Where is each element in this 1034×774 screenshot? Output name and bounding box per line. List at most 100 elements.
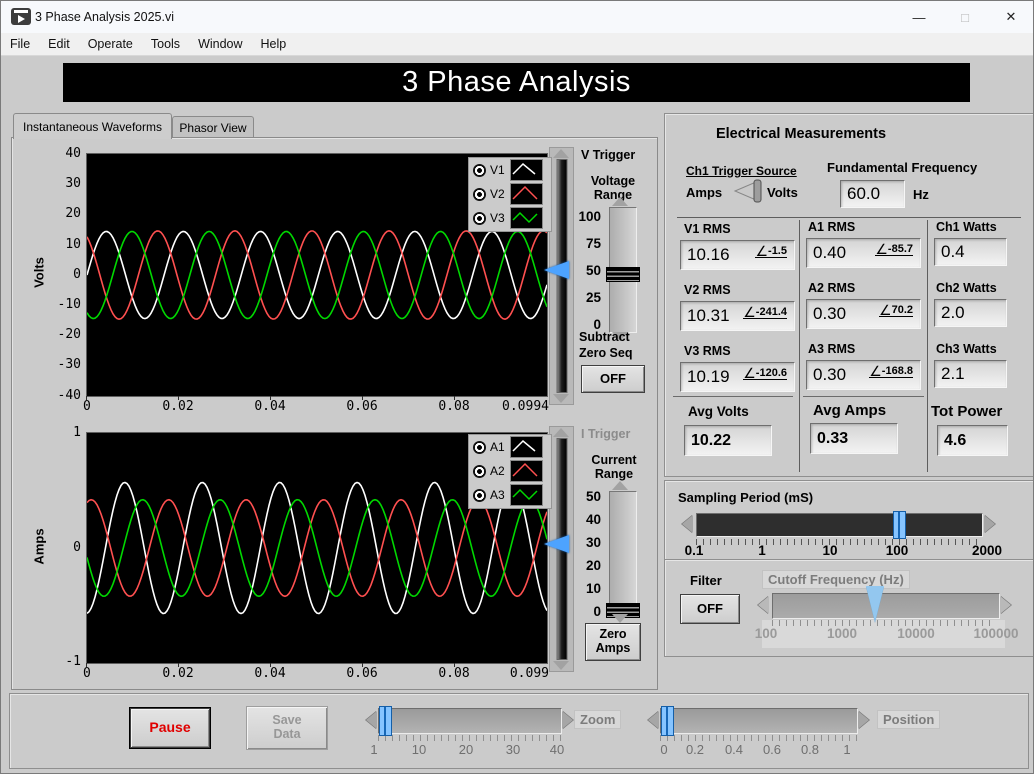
v1-visibility-radio[interactable] <box>473 163 486 177</box>
a1-line-swatch[interactable] <box>510 436 543 458</box>
trigger-source-switch-icon[interactable] <box>733 178 765 204</box>
avg-volts-value: 10.22 <box>691 431 732 449</box>
a3-line-swatch[interactable] <box>510 484 543 506</box>
v3-rms-display: 10.19 ∠ -120.6 <box>680 362 795 392</box>
legend-item-a2[interactable]: A2 <box>469 459 551 483</box>
a3-visibility-radio[interactable] <box>473 488 486 502</box>
maximize-icon[interactable]: □ <box>942 1 988 33</box>
waveform-V1 <box>86 230 548 320</box>
tab-instantaneous-waveforms[interactable]: Instantaneous Waveforms <box>13 113 172 139</box>
menu-help[interactable]: Help <box>252 35 296 53</box>
sampling-period-slider[interactable] <box>696 513 983 537</box>
cutoff-tick: 100 <box>754 626 778 641</box>
cutoff-decrement-icon[interactable] <box>758 596 769 614</box>
menu-window[interactable]: Window <box>189 35 251 53</box>
menu-file[interactable]: File <box>1 35 39 53</box>
sampling-increment-icon[interactable] <box>984 515 995 533</box>
position-slider-label: Position <box>877 710 941 729</box>
a1-visibility-radio[interactable] <box>473 440 486 454</box>
position-tick: 0.8 <box>800 742 820 757</box>
zoom-decrement-icon[interactable] <box>366 711 377 729</box>
current-range-label: Current Range <box>591 453 637 481</box>
sampling-decrement-icon[interactable] <box>682 515 693 533</box>
cutoff-frequency-slider[interactable] <box>772 593 1000 619</box>
close-icon[interactable]: ✕ <box>988 1 1033 33</box>
position-slider[interactable] <box>660 708 858 734</box>
trigger-source-volts-option[interactable]: Volts <box>767 185 798 200</box>
legend-item-v2[interactable]: V2 <box>469 182 551 206</box>
zoom-increment-icon[interactable] <box>562 711 573 729</box>
ch3-watts-label: Ch3 Watts <box>936 342 997 356</box>
amps-axis-label: Amps <box>31 528 47 565</box>
v3-visibility-radio[interactable] <box>473 211 486 225</box>
subtract-zero-seq-button[interactable]: OFF <box>581 365 645 393</box>
y-tick: -20 <box>57 327 81 342</box>
x-tick: 0.06 <box>346 399 378 414</box>
a3-rms-display: 0.30 ∠ -168.8 <box>806 360 921 390</box>
a3-angle: ∠ -168.8 <box>869 363 913 379</box>
save-data-button[interactable]: Save Data <box>246 706 328 750</box>
a1-angle: ∠ -85.7 <box>875 242 913 256</box>
v2-visibility-radio[interactable] <box>473 187 486 201</box>
cutoff-increment-icon[interactable] <box>1000 596 1011 614</box>
v1-line-swatch[interactable] <box>510 159 543 181</box>
position-increment-icon[interactable] <box>858 711 869 729</box>
v2-line-swatch[interactable] <box>510 183 543 205</box>
sampling-tick: 10 <box>822 543 838 558</box>
i-trigger-down-arrow-icon[interactable] <box>553 661 569 670</box>
i-range-tick: 50 <box>585 489 601 504</box>
zoom-slider[interactable] <box>378 708 562 734</box>
a3-angle-value: -168.8 <box>881 365 913 377</box>
menu-operate[interactable]: Operate <box>79 35 142 53</box>
position-handle[interactable] <box>661 706 674 736</box>
zero-amps-button[interactable]: Zero Amps <box>585 623 641 661</box>
position-decrement-icon[interactable] <box>648 711 659 729</box>
v-trigger-up-arrow-icon[interactable] <box>553 149 569 158</box>
legend-item-v1[interactable]: V1 <box>469 158 551 182</box>
a1-angle-value: -85.7 <box>887 243 913 255</box>
sampling-tick: 1 <box>758 543 766 558</box>
window-title: 3 Phase Analysis 2025.vi <box>35 10 174 24</box>
voltage-range-handle[interactable] <box>606 267 640 282</box>
menu-tools[interactable]: Tools <box>142 35 189 53</box>
fundamental-frequency-input[interactable]: 60.0 <box>840 180 905 208</box>
tab-phasor-view[interactable]: Phasor View <box>172 116 254 139</box>
current-range-decrement-icon[interactable] <box>612 614 628 623</box>
v1-rms-display: 10.16 ∠ -1.5 <box>680 240 795 270</box>
menu-edit[interactable]: Edit <box>39 35 79 53</box>
voltage-range-increment-icon[interactable] <box>612 197 628 206</box>
y-tick: -10 <box>57 297 81 312</box>
divider <box>799 220 800 472</box>
menu-bar: File Edit Operate Tools Window Help <box>1 33 1033 56</box>
legend-item-a1[interactable]: A1 <box>469 435 551 459</box>
i-trigger-up-arrow-icon[interactable] <box>553 428 569 437</box>
sampling-period-handle[interactable] <box>893 511 906 539</box>
y-tick: -1 <box>65 654 81 669</box>
v3-line-swatch[interactable] <box>510 207 543 229</box>
footer-control-bar: Pause Save Data 1 10 20 30 40 Zoom 0 0.2… <box>9 693 1029 769</box>
cutoff-frequency-handle[interactable] <box>866 586 884 622</box>
fundamental-frequency-value: 60.0 <box>847 184 881 203</box>
angle-icon: ∠ <box>869 363 882 379</box>
tot-power-value: 4.6 <box>944 431 967 449</box>
v-trigger-level-handle[interactable] <box>544 261 569 279</box>
i-trigger-level-handle[interactable] <box>544 535 569 553</box>
current-range-slider[interactable] <box>609 491 637 615</box>
filter-panel: Filter OFF Cutoff Frequency (Hz) 100 100… <box>664 559 1033 657</box>
trigger-source-amps-option[interactable]: Amps <box>686 185 722 200</box>
zoom-handle[interactable] <box>379 706 392 736</box>
i-range-tick: 0 <box>593 604 601 619</box>
tab-instantaneous-waveforms-label: Instantaneous Waveforms <box>23 119 162 134</box>
a2-line-swatch[interactable] <box>510 460 543 482</box>
a2-visibility-radio[interactable] <box>473 464 486 478</box>
v-trigger-down-arrow-icon[interactable] <box>553 394 569 403</box>
avg-amps-value: 0.33 <box>817 429 849 447</box>
legend-item-a3[interactable]: A3 <box>469 483 551 507</box>
x-tick: 0.099 <box>509 666 549 681</box>
pause-button[interactable]: Pause <box>130 708 210 748</box>
filter-toggle-button[interactable]: OFF <box>680 594 740 624</box>
legend-item-v3[interactable]: V3 <box>469 206 551 230</box>
current-range-increment-icon[interactable] <box>612 481 628 490</box>
minimize-icon[interactable]: — <box>896 1 942 33</box>
tab-phasor-view-label: Phasor View <box>179 121 247 135</box>
